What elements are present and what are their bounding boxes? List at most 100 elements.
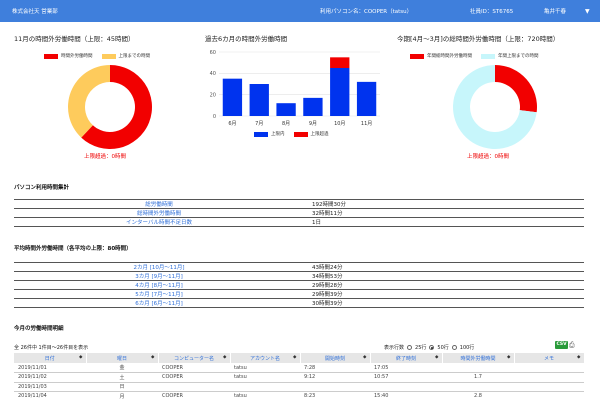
- usage-table: 総労働時間 192時間30分 総時間外労働時間 32時間11分 インターバル時間不足日数…: [14, 199, 584, 227]
- bar-over-4: [330, 57, 350, 68]
- average-value: 29時間28分: [304, 280, 584, 290]
- usage-label[interactable]: 総労働時間: [14, 199, 304, 209]
- donut-slice-0: [495, 65, 537, 113]
- average-label[interactable]: 5カ月 [7月～11月]: [14, 289, 304, 299]
- table-cell: tatsu: [230, 372, 300, 383]
- table-row: 2019/11/03 日: [14, 382, 584, 392]
- per-page-option-100[interactable]: 100行: [460, 344, 475, 351]
- average-label[interactable]: 6カ月 [6月～11月]: [14, 298, 304, 308]
- user-name[interactable]: 亀井千春: [544, 7, 566, 15]
- sort-icon[interactable]: ◆: [151, 355, 154, 360]
- x-tick-label: 10月: [334, 121, 345, 127]
- usage-row: インターバル時間不足日数 1日: [14, 217, 584, 227]
- column-header-label: 終了時刻: [395, 355, 416, 362]
- average-value: 43時間24分: [304, 262, 584, 272]
- average-row: 4カ月 [8月～11月] 29時間28分: [14, 280, 584, 290]
- legend-used-label: 時間外労働時間: [61, 54, 93, 59]
- average-row: 2カ月 [10月～11月] 43時間24分: [14, 262, 584, 272]
- table-cell: [300, 382, 370, 392]
- monthly-legend: 時間外労働時間 上限までの時間: [44, 53, 150, 59]
- donut-slice-1: [67, 65, 110, 138]
- x-tick-label: 9月: [309, 121, 317, 127]
- table-cell: 2019/11/04: [14, 391, 86, 400]
- table-cell: [514, 363, 584, 373]
- sort-icon[interactable]: ◆: [507, 355, 510, 360]
- column-header[interactable]: アカウント名 ◆: [230, 353, 301, 363]
- top-bar: 株式会社天 営業部 利用パソコン名：COOPER（tatsu） 社員ID：ST6…: [0, 0, 600, 22]
- bar-within-5: [356, 81, 377, 116]
- usage-label[interactable]: 総時間外労働時間: [14, 208, 304, 218]
- table-cell: COOPER: [158, 372, 230, 383]
- y-tick-label: 40: [210, 71, 216, 77]
- csv-export-button[interactable]: CSV: [555, 341, 568, 349]
- sort-icon[interactable]: ◆: [363, 355, 366, 360]
- print-icon[interactable]: ⎙: [569, 341, 579, 349]
- y-tick-label: 60: [210, 50, 216, 56]
- legend-annual-remaining-label: 年間上限までの時間: [498, 54, 539, 59]
- per-page-radio-100[interactable]: [451, 345, 457, 350]
- user-menu-chevron-down-icon[interactable]: ▼: [585, 8, 590, 15]
- legend-over-label: 上限超過: [310, 132, 329, 137]
- sort-icon[interactable]: ◆: [79, 355, 82, 360]
- table-cell: 金: [86, 363, 158, 373]
- per-page-radio-50[interactable]: [429, 345, 435, 350]
- usage-row: 総時間外労働時間 32時間11分: [14, 208, 584, 218]
- average-label[interactable]: 3カ月 [9月～11月]: [14, 271, 304, 281]
- per-page-radio-25[interactable]: [407, 345, 413, 350]
- average-label[interactable]: 4カ月 [8月～11月]: [14, 280, 304, 290]
- column-header[interactable]: 曜日 ◆: [86, 353, 159, 363]
- average-value: 29時間39分: [304, 289, 584, 299]
- average-row: 5カ月 [7月～11月] 29時間39分: [14, 289, 584, 299]
- per-page-option-50[interactable]: 50行: [437, 344, 448, 351]
- x-tick-label: 8月: [282, 121, 290, 127]
- column-header-label: コンピューター名: [173, 355, 214, 362]
- table-row: 2019/11/04 月 COOPER tatsu 8:23 15:40 2.8: [14, 391, 584, 400]
- usage-section-title: パソコン利用時間集計: [14, 185, 70, 191]
- record-count-text: 全 26件中 1件目～26件目を表示: [14, 345, 89, 351]
- x-tick-label: 7月: [255, 121, 263, 127]
- detail-section-title: 今月の労働時間明細: [14, 326, 64, 332]
- table-cell: 土: [86, 372, 158, 383]
- bar-within-1: [249, 84, 269, 116]
- bar-within-2: [276, 103, 296, 116]
- column-header[interactable]: 日付 ◆: [14, 353, 87, 363]
- table-cell: 2019/11/03: [14, 382, 86, 392]
- column-header[interactable]: 時間外労働時間 ◆: [442, 353, 515, 363]
- annual-chart-title: 今期[4月～3月]の総時間外労働時間（上限：720時間）: [397, 35, 560, 43]
- legend-annual-used-swatch: [410, 53, 424, 59]
- table-cell: [442, 382, 514, 392]
- sort-icon[interactable]: ◆: [223, 355, 226, 360]
- y-tick-label: 20: [210, 92, 216, 98]
- legend-within-label: 上限内: [271, 132, 285, 137]
- sort-icon[interactable]: ◆: [293, 355, 296, 360]
- usage-value: 1日: [304, 217, 584, 227]
- legend-over-swatch: [293, 131, 308, 137]
- sort-icon[interactable]: ◆: [577, 355, 580, 360]
- table-cell: 10:57: [370, 372, 442, 383]
- table-cell: 15:40: [370, 391, 442, 400]
- column-header-label: メモ: [543, 355, 554, 362]
- table-cell: 8:23: [300, 391, 370, 400]
- table-row: 2019/11/02 土 COOPER tatsu 9:12 10:57 1.7: [14, 372, 584, 383]
- monthly-chart-title: 11月の時間外労働時間（上限：45時間）: [14, 35, 135, 43]
- annual-legend: 年間総時間外労働時間 年間上限までの時間: [410, 53, 539, 59]
- pc-name-label: 利用パソコン名：COOPER（tatsu）: [320, 9, 413, 15]
- column-header[interactable]: 終了時刻 ◆: [370, 353, 443, 363]
- average-label[interactable]: 2カ月 [10月～11月]: [14, 262, 304, 272]
- sort-icon[interactable]: ◆: [435, 355, 438, 360]
- average-value: 30時間39分: [304, 298, 584, 308]
- column-header[interactable]: 開始時刻 ◆: [300, 353, 371, 363]
- legend-remaining-label: 上限までの時間: [118, 54, 151, 59]
- legend-remaining-swatch: [101, 53, 116, 59]
- usage-label[interactable]: インターバル時間不足日数: [14, 217, 304, 227]
- bar-within-0: [222, 78, 243, 116]
- rows-per-page-label: 表示行数: [384, 345, 405, 351]
- monthly-donut-chart: [67, 65, 152, 149]
- average-section-title: 平均時間外労働時間（各平均の上限：80時間）: [14, 246, 132, 252]
- table-cell: 2019/11/02: [14, 372, 86, 383]
- column-header[interactable]: メモ ◆: [514, 353, 585, 363]
- column-header[interactable]: コンピューター名 ◆: [158, 353, 231, 363]
- x-tick-label: 11月: [361, 121, 372, 127]
- per-page-option-25[interactable]: 25行: [415, 344, 426, 351]
- table-cell: tatsu: [230, 391, 300, 400]
